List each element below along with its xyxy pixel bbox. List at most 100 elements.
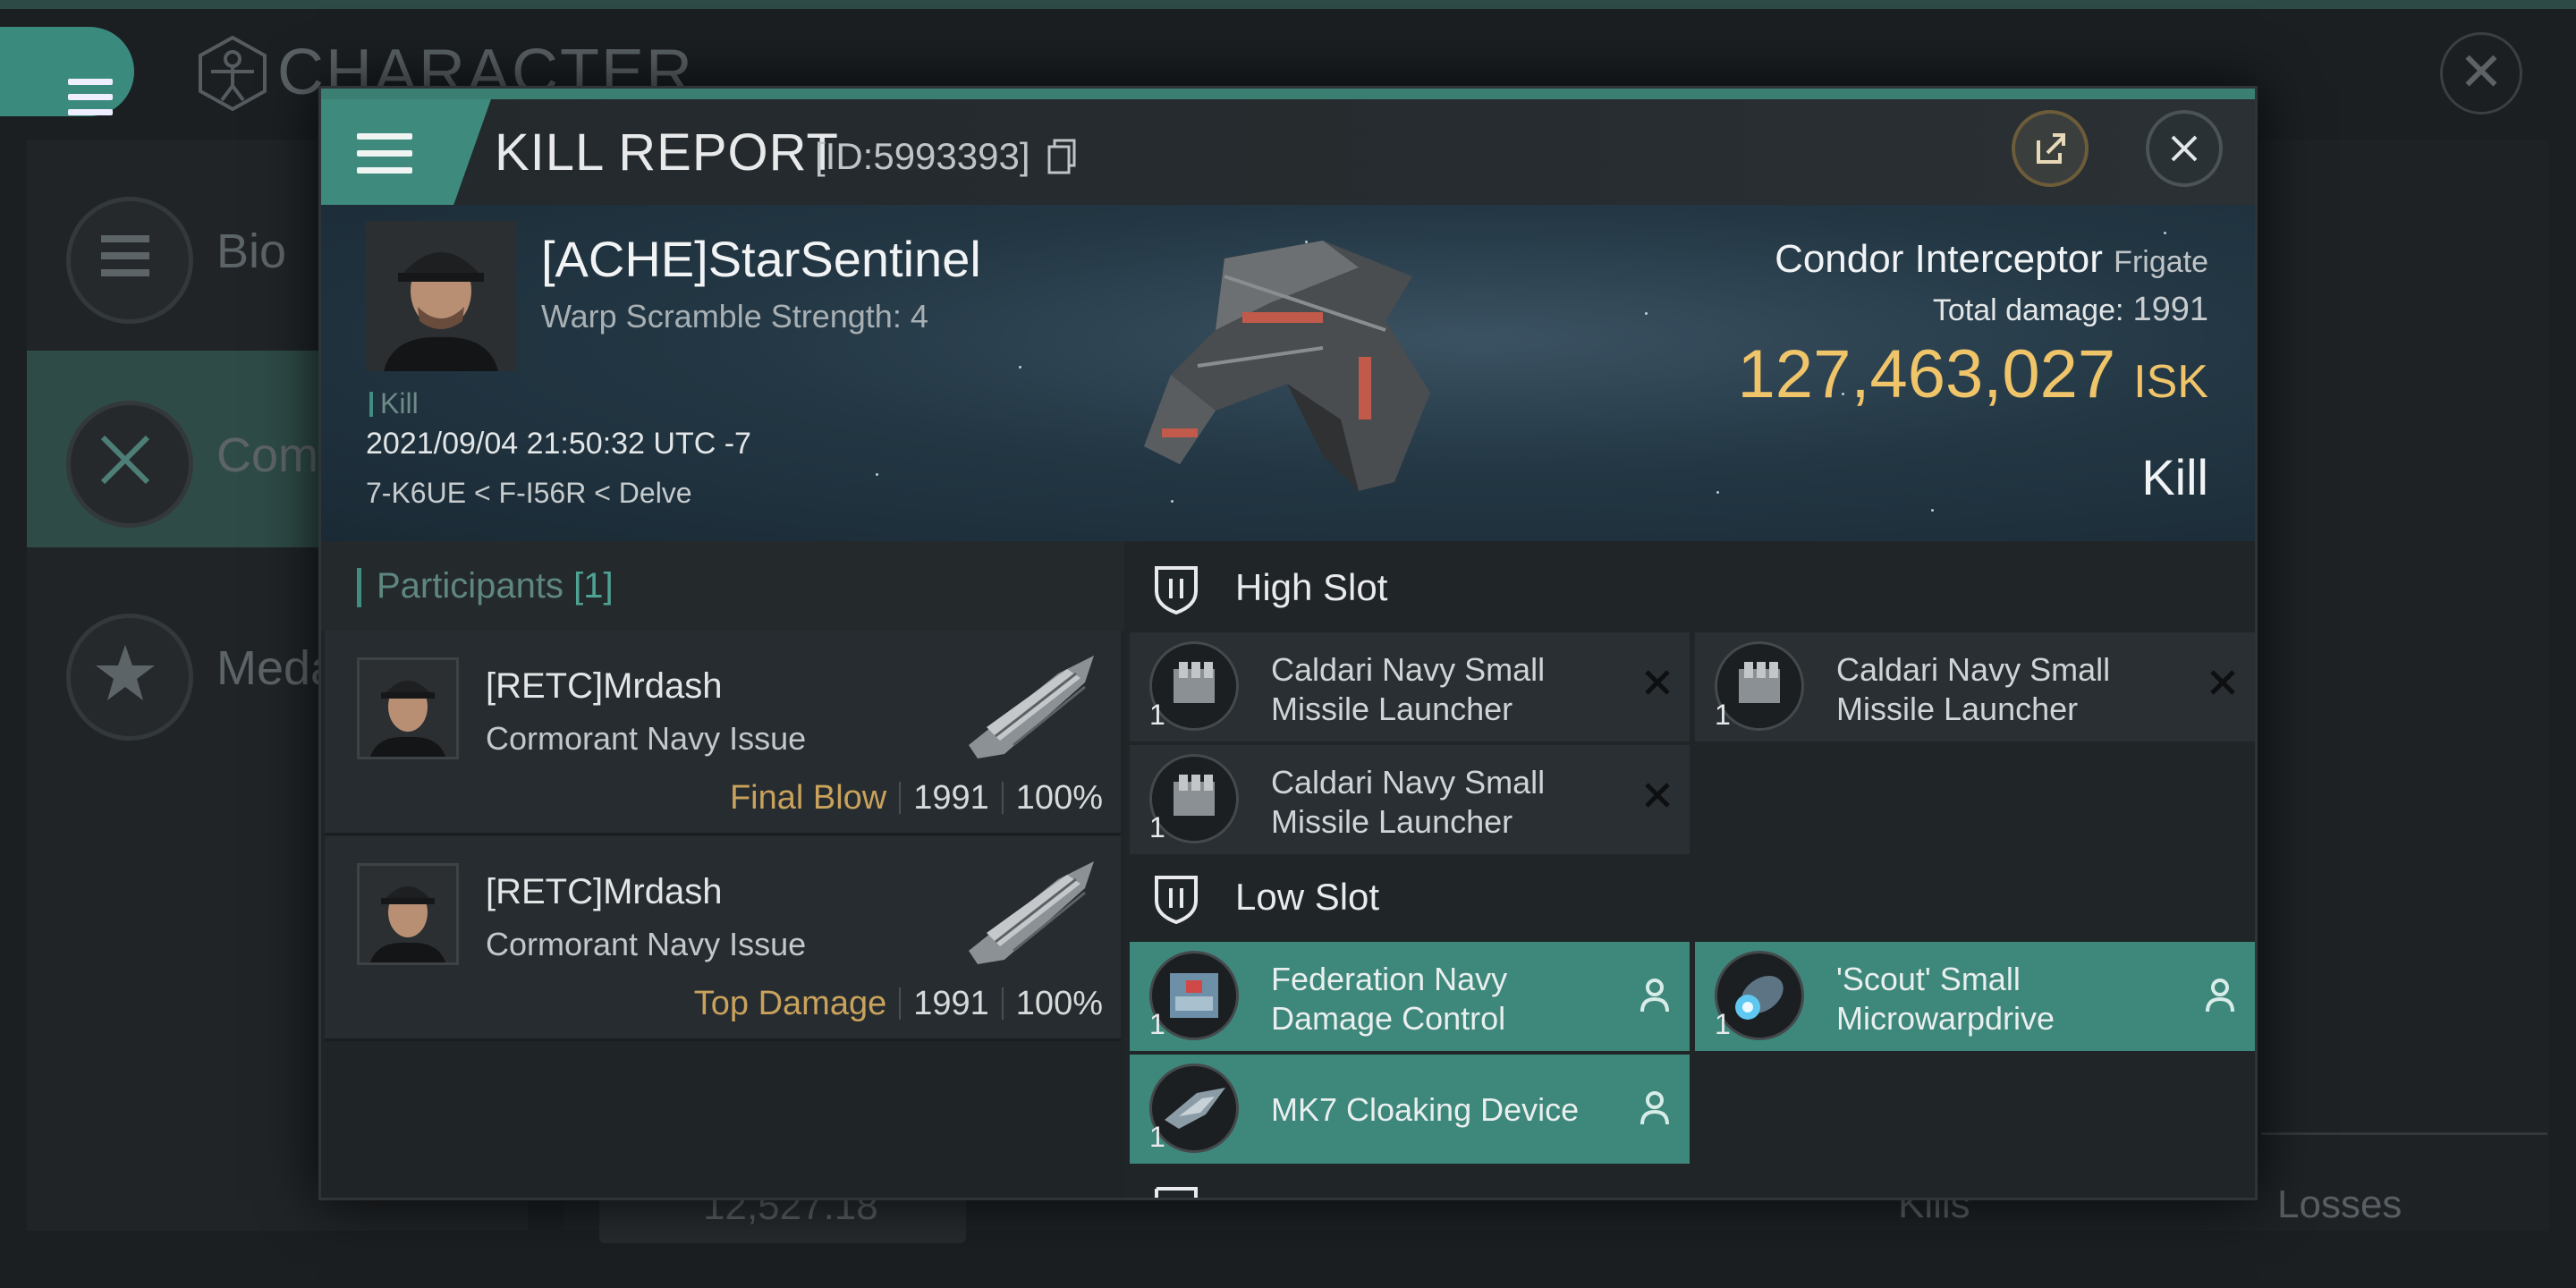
share-icon <box>2037 133 2065 164</box>
character-icon <box>199 36 267 111</box>
warp-scramble-strength: Warp Scramble Strength: 4 <box>541 298 928 335</box>
hamburger-icon <box>68 79 113 116</box>
module-item[interactable]: 1 'Scout' Small Microwarpdrive <box>1695 942 2255 1051</box>
participant-row[interactable]: [RETC]Mrdash Cormorant Navy Issue Final … <box>325 631 1121 835</box>
destroyed-icon <box>1645 783 1670 808</box>
close-icon <box>2171 135 2198 162</box>
participant-label: Final Blow <box>729 779 887 817</box>
kill-report-dialog: KILL REPORT [ID:5993393] [ACHE]StarSenti… <box>318 86 2258 1200</box>
module-name-line1: 'Scout' Small <box>1836 961 2021 997</box>
person-icon <box>2206 979 2234 1013</box>
close-button[interactable] <box>2146 110 2223 187</box>
participants-title: Participants <box>377 566 564 606</box>
kill-datetime: 2021/09/04 21:50:32 UTC -7 <box>366 427 751 461</box>
victim-banner: [ACHE]StarSentinel Warp Scramble Strengt… <box>321 205 2255 541</box>
module-name-line1: Caldari Navy Small <box>1271 764 1546 801</box>
module-name-line1: Caldari Navy Small <box>1836 651 2111 688</box>
mid-slot-header-partial <box>1130 1178 2255 1198</box>
module-name: Caldari Navy Small Missile Launcher <box>1271 763 1620 842</box>
module-name: Caldari Navy Small Missile Launcher <box>1836 650 2185 729</box>
module-quantity: 1 <box>1715 699 1731 731</box>
dialog-accent-bar <box>321 89 2255 99</box>
participant-name[interactable]: [RETC]Mrdash <box>486 872 723 912</box>
module-name-line1: MK7 Cloaking Device <box>1271 1091 1580 1128</box>
sidebar-item-label: Bio <box>216 225 287 278</box>
participant-stats: Final Blow 1991 100% <box>730 779 1103 818</box>
participant-row[interactable]: [RETC]Mrdash Cormorant Navy Issue Top Da… <box>325 836 1121 1041</box>
participant-damage: 1991 <box>913 985 989 1022</box>
fitting-panel: High Slot 1 Caldari Navy Small Missile La… <box>1130 541 2255 1198</box>
total-damage-value: 1991 <box>2132 291 2208 328</box>
losses-label: Losses <box>2277 1182 2402 1226</box>
module-item[interactable]: 1 MK7 Cloaking Device <box>1130 1055 1690 1164</box>
kill-result: Kill <box>2141 449 2208 505</box>
total-damage: Total damage: 1991 <box>1933 291 2208 329</box>
ship-name-text: Condor Interceptor <box>1775 237 2103 281</box>
copy-icon[interactable] <box>1047 139 1076 174</box>
participant-avatar[interactable] <box>357 657 459 759</box>
total-damage-label: Total damage: <box>1932 293 2124 327</box>
kill-id: [ID:5993393] <box>815 135 1030 177</box>
background-top-line <box>0 0 2576 9</box>
module-quantity: 1 <box>1149 1121 1165 1153</box>
participant-ship-image[interactable] <box>951 647 1103 763</box>
low-slot-header: Low Slot <box>1130 851 2255 940</box>
module-name-line1: Federation Navy <box>1271 961 1508 997</box>
participant-percent: 100% <box>1015 779 1103 817</box>
module-name-line2: Microwarpdrive <box>1836 1000 2055 1037</box>
sidebar-item-label: Com <box>216 428 319 482</box>
divider <box>2261 1132 2547 1135</box>
page-close-button[interactable]: ✕ <box>2440 32 2522 114</box>
low-slot-title: Low Slot <box>1235 876 1380 918</box>
participant-damage: 1991 <box>913 779 989 817</box>
participant-ship: Cormorant Navy Issue <box>486 926 807 962</box>
destroyed-icon <box>2210 670 2235 695</box>
participant-label: Top Damage <box>693 985 887 1022</box>
share-button[interactable] <box>2012 110 2089 187</box>
victim-ship-name[interactable]: Condor Interceptor Frigate <box>1775 237 2208 282</box>
module-name-line1: Caldari Navy Small <box>1271 651 1546 688</box>
participants-panel: Participants [1] [RETC]Mrdash Cormorant … <box>321 541 1124 1198</box>
person-icon <box>1640 1091 1669 1125</box>
hamburger-icon <box>357 133 412 184</box>
module-name: Caldari Navy Small Missile Launcher <box>1271 650 1620 729</box>
low-slot-icon <box>1155 876 1198 924</box>
victim-name[interactable]: [ACHE]StarSentinel <box>541 230 981 288</box>
list-icon <box>66 197 193 324</box>
module-quantity: 1 <box>1715 1008 1731 1040</box>
module-item[interactable]: 1 Caldari Navy Small Missile Launcher <box>1130 745 1690 854</box>
module-item[interactable]: 1 Caldari Navy Small Missile Launcher <box>1130 632 1690 741</box>
high-slot-title: High Slot <box>1235 566 1388 608</box>
module-name: MK7 Cloaking Device <box>1271 1090 1620 1130</box>
dialog-title: KILL REPORT <box>495 123 839 182</box>
module-name-line2: Missile Launcher <box>1271 691 1513 727</box>
participant-ship-image[interactable] <box>951 852 1103 969</box>
module-name-line2: Damage Control <box>1271 1000 1506 1037</box>
module-name-line2: Missile Launcher <box>1271 803 1513 840</box>
isk-unit: ISK <box>2133 356 2208 408</box>
kill-tag-label: Kill <box>380 387 419 419</box>
kill-location[interactable]: 7-K6UE < F-I56R < Delve <box>366 477 692 510</box>
module-name-line2: Missile Launcher <box>1836 691 2079 727</box>
module-quantity: 1 <box>1149 1008 1165 1040</box>
person-icon <box>1640 979 1669 1013</box>
victim-ship-image[interactable] <box>1090 223 1555 527</box>
ship-class: Frigate <box>2114 245 2208 279</box>
victim-avatar[interactable] <box>366 221 516 371</box>
participant-percent: 100% <box>1015 985 1103 1022</box>
high-slot-icon <box>1155 566 1198 614</box>
high-slot-header: High Slot <box>1130 541 2255 631</box>
isk-amount: 127,463,027 <box>1737 336 2116 412</box>
participants-count: [1] <box>573 566 614 606</box>
participant-name[interactable]: [RETC]Mrdash <box>486 666 723 707</box>
module-item[interactable]: 1 Caldari Navy Small Missile Launcher <box>1695 632 2255 741</box>
main-menu-button[interactable] <box>0 27 134 116</box>
destroyed-icon <box>1645 670 1670 695</box>
module-name: 'Scout' Small Microwarpdrive <box>1836 960 2185 1038</box>
mid-slot-icon <box>1155 1187 1198 1198</box>
module-name: Federation Navy Damage Control <box>1271 960 1620 1038</box>
participant-avatar[interactable] <box>357 863 459 965</box>
participant-ship: Cormorant Navy Issue <box>486 720 807 757</box>
module-quantity: 1 <box>1149 811 1165 843</box>
module-item[interactable]: 1 Federation Navy Damage Control <box>1130 942 1690 1051</box>
